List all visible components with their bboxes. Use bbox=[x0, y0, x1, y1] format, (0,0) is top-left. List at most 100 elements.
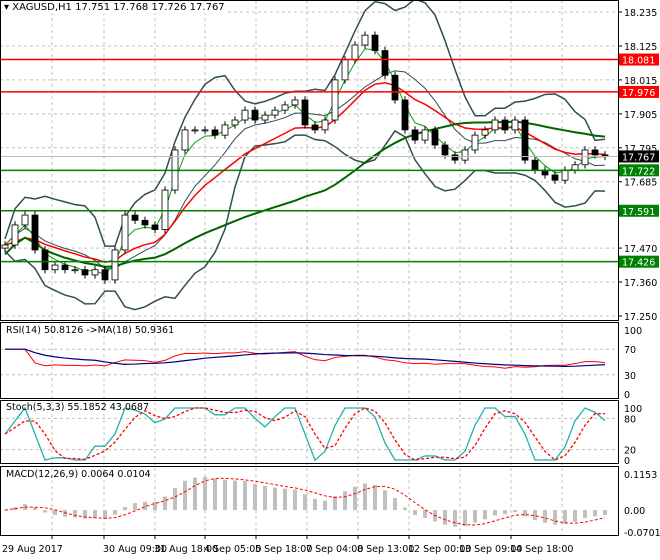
macd-histogram-bar bbox=[213, 478, 217, 511]
time-label: 14 Sep 18:00 bbox=[510, 544, 573, 555]
ohlc-open: 17.751 bbox=[75, 2, 111, 13]
candle-body bbox=[371, 34, 379, 51]
macd-histogram-bar bbox=[373, 484, 377, 511]
candle-body bbox=[161, 189, 169, 230]
macd-histogram-bar bbox=[253, 483, 257, 511]
macd-histogram-bar bbox=[573, 510, 577, 522]
macd-histogram-bar bbox=[183, 480, 187, 511]
candle-body bbox=[61, 264, 69, 271]
ohlc-low: 17.726 bbox=[151, 2, 187, 13]
macd-histogram-bar bbox=[283, 488, 287, 511]
bollinger-lower bbox=[4, 129, 606, 311]
candle-body bbox=[71, 269, 79, 272]
candle-body bbox=[151, 224, 159, 230]
candle-body bbox=[321, 119, 329, 131]
macd-histogram-bar bbox=[333, 496, 337, 511]
candle-body bbox=[331, 79, 339, 121]
candle-body bbox=[261, 114, 269, 121]
rsi-ma-line bbox=[5, 348, 606, 367]
level-label: 17.976 bbox=[622, 88, 655, 99]
candle-body bbox=[271, 109, 279, 116]
macd-histogram-bar bbox=[313, 498, 317, 511]
macd-histogram-bar bbox=[103, 510, 107, 519]
candle-body bbox=[101, 269, 109, 281]
candle-body bbox=[361, 34, 369, 46]
candle-body bbox=[211, 129, 219, 136]
candle-body bbox=[131, 214, 139, 221]
macd-histogram-bar bbox=[223, 479, 227, 511]
stoch-label: Stoch(5,3,3) 55.1852 43.0687 bbox=[6, 402, 150, 413]
macd-histogram-bar bbox=[73, 510, 77, 518]
candle-body bbox=[341, 59, 349, 81]
candle-body bbox=[391, 74, 399, 101]
candle-body bbox=[21, 214, 29, 226]
candle-body bbox=[31, 214, 39, 251]
macd-histogram-bar bbox=[393, 498, 397, 511]
rsi-tick-label: 100 bbox=[624, 326, 642, 337]
macd-histogram-bar bbox=[513, 510, 517, 513]
macd-histogram-bar bbox=[423, 510, 427, 518]
macd-histogram-bar bbox=[113, 510, 117, 515]
candle-body bbox=[91, 269, 99, 276]
time-label: 5 Sep 18:00 bbox=[255, 544, 312, 555]
candle-body bbox=[571, 164, 579, 171]
candle-body bbox=[121, 214, 129, 251]
macd-histogram-bar bbox=[483, 510, 487, 520]
time-label: 7 Sep 04:00 bbox=[306, 544, 363, 555]
macd-histogram-bar bbox=[243, 480, 247, 511]
candle-body bbox=[1, 244, 9, 249]
dropdown-triangle-icon[interactable]: ▾ bbox=[4, 2, 9, 13]
macd-histogram-bar bbox=[583, 510, 587, 519]
price-tick-label: 18.125 bbox=[624, 42, 657, 53]
macd-histogram-bar bbox=[273, 487, 277, 511]
macd-histogram-bar bbox=[353, 486, 357, 511]
candle-body bbox=[501, 119, 509, 131]
candle-body bbox=[581, 149, 589, 166]
candle-body bbox=[251, 109, 259, 121]
macd-histogram-bar bbox=[43, 510, 47, 513]
level-label: 17.722 bbox=[622, 166, 655, 177]
candle-body bbox=[551, 174, 559, 181]
candle-body bbox=[591, 149, 599, 156]
macd-histogram-bar bbox=[453, 510, 457, 527]
macd-histogram-bar bbox=[383, 490, 387, 511]
stoch-tick-label: 20 bbox=[624, 446, 636, 457]
price-tick-label: 18.235 bbox=[624, 8, 657, 19]
stoch-tick-label: 100 bbox=[624, 404, 642, 415]
macd-histogram-bar bbox=[493, 510, 497, 516]
macd-histogram-bar bbox=[293, 489, 297, 511]
candle-body bbox=[561, 169, 569, 181]
macd-histogram-bar bbox=[473, 510, 477, 523]
macd-histogram-bar bbox=[163, 496, 167, 511]
candle-body bbox=[471, 134, 479, 151]
macd-histogram-bar bbox=[263, 485, 267, 511]
chart-window[interactable]: ▾ XAGUSD,H1 17.751 17.768 17.726 17.767 … bbox=[0, 0, 660, 560]
macd-histogram-bar bbox=[363, 483, 367, 511]
time-label: 29 Aug 2017 bbox=[2, 544, 63, 555]
candle-body bbox=[431, 129, 439, 146]
candle-body bbox=[221, 124, 229, 136]
macd-histogram-bar bbox=[93, 510, 97, 519]
rsi-tick-label: 30 bbox=[624, 371, 636, 382]
rsi-tick-label: 70 bbox=[624, 345, 636, 356]
macd-label: MACD(12,26,9) 0.0064 0.0104 bbox=[6, 469, 151, 480]
candle-body bbox=[201, 129, 209, 132]
macd-histogram-bar bbox=[303, 494, 307, 511]
macd-histogram-bar bbox=[413, 510, 417, 516]
level-label: 17.591 bbox=[622, 207, 655, 218]
rsi-label: RSI(14) 50.8126 ->MA(18) 50.9361 bbox=[6, 325, 175, 336]
candle-body bbox=[521, 119, 529, 161]
candle-body bbox=[191, 129, 199, 132]
macd-tick-label: 0.1153 bbox=[624, 470, 657, 481]
candle-body bbox=[51, 264, 59, 271]
price-tick-label: 17.470 bbox=[624, 244, 657, 255]
price-tick-label: 17.685 bbox=[624, 178, 657, 189]
candle-body bbox=[141, 219, 149, 226]
candle-body bbox=[401, 99, 409, 131]
macd-histogram-bar bbox=[123, 506, 127, 511]
macd-histogram-bar bbox=[553, 510, 557, 525]
candle-body bbox=[241, 109, 249, 121]
macd-histogram-bar bbox=[53, 510, 57, 515]
candle-body bbox=[451, 154, 459, 161]
candle-body bbox=[461, 149, 469, 161]
